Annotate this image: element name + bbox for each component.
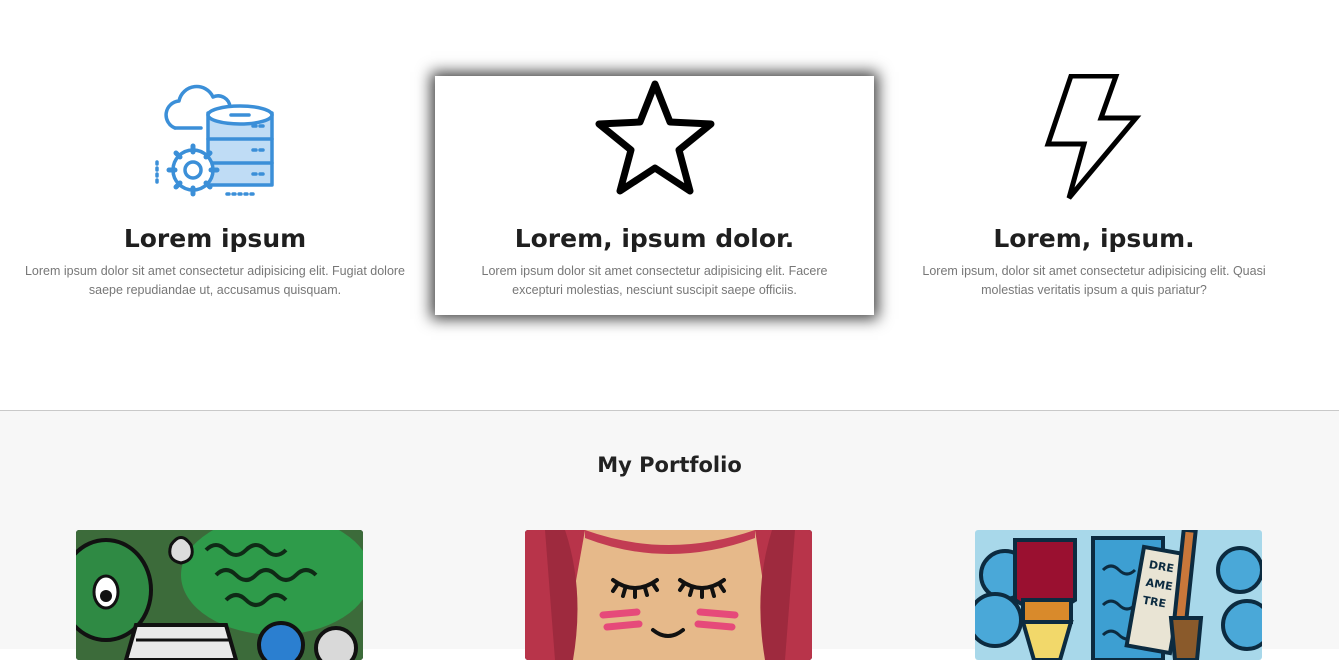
feature-card-3: Lorem, ipsum. Lorem ipsum, dolor sit ame… <box>900 74 1288 300</box>
portfolio-item-2[interactable] <box>525 530 812 660</box>
feature-description: Lorem ipsum, dolor sit amet consectetur … <box>922 264 1266 297</box>
portfolio-item-1[interactable] <box>76 530 363 660</box>
feature-title: Lorem, ipsum. <box>993 224 1195 253</box>
portfolio-section: My Portfolio DRE AME TRE <box>0 411 1339 660</box>
feature-card-2[interactable]: Lorem, ipsum dolor. Lorem ipsum dolor si… <box>435 76 874 315</box>
cloud-database-gear-icon <box>10 76 420 202</box>
features-section: Lorem ipsum Lorem ipsum dolor sit amet c… <box>0 0 1339 410</box>
feature-description: Lorem ipsum dolor sit amet consectetur a… <box>481 264 828 297</box>
feature-title: Lorem, ipsum dolor. <box>514 224 795 253</box>
feature-description: Lorem ipsum dolor sit amet consectetur a… <box>24 264 406 297</box>
doodle-monster-illustration <box>76 530 363 660</box>
portfolio-title: My Portfolio <box>597 453 742 477</box>
paint-tubes-brush-illustration: DRE AME TRE <box>975 530 1262 660</box>
girl-face-illustration <box>525 530 812 660</box>
feature-card-1: Lorem ipsum Lorem ipsum dolor sit amet c… <box>10 76 420 300</box>
lightning-bolt-icon <box>900 74 1288 202</box>
star-icon <box>435 76 874 202</box>
portfolio-item-3[interactable]: DRE AME TRE <box>975 530 1262 660</box>
feature-title: Lorem ipsum <box>123 224 307 253</box>
